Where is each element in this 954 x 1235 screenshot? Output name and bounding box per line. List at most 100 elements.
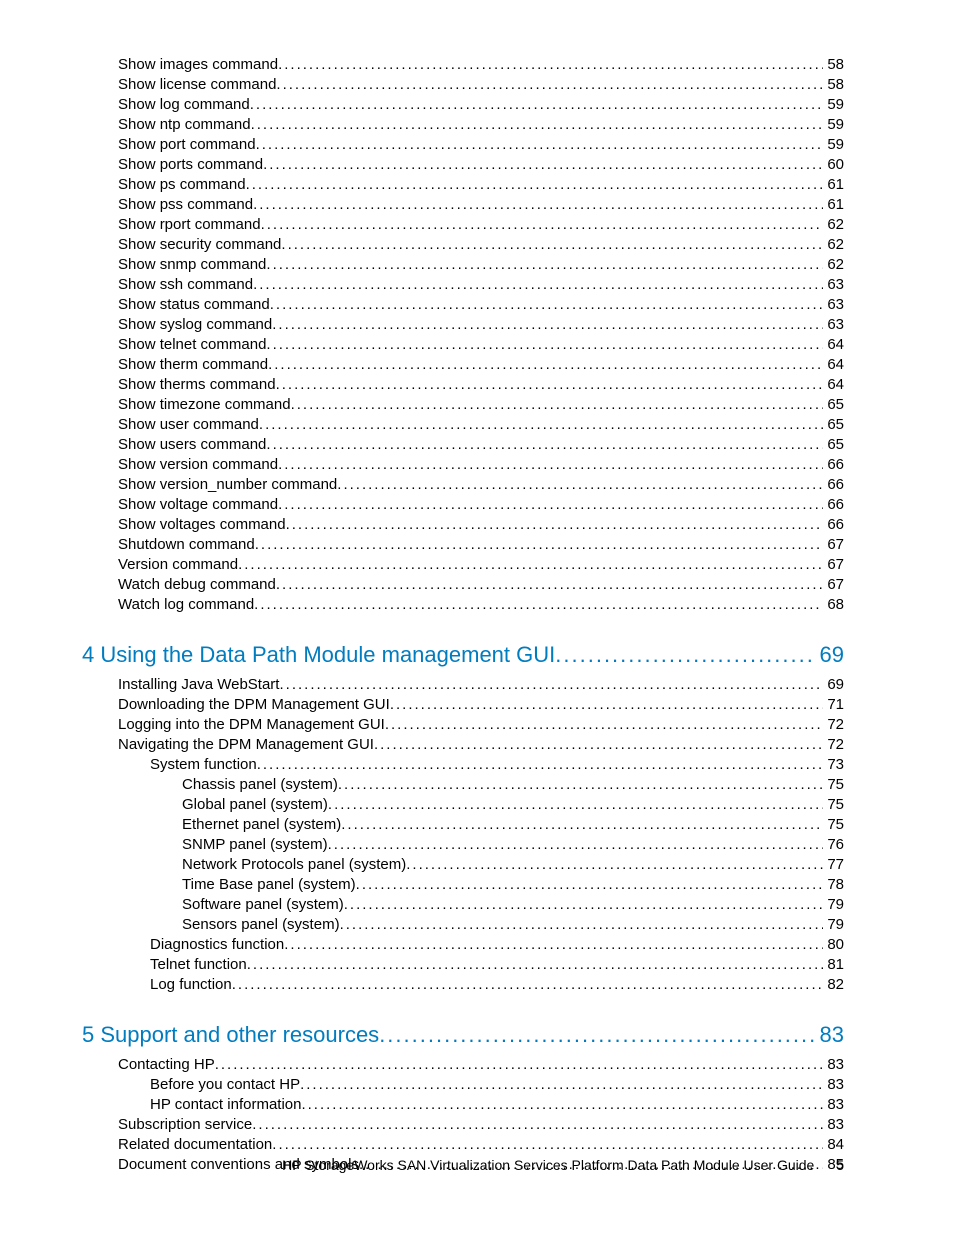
toc-entry-page: 65 (823, 435, 844, 455)
toc-entry[interactable]: Show voltage command 66 (82, 495, 844, 515)
toc-leader-dots (555, 641, 815, 669)
toc-leader-dots (257, 755, 824, 775)
toc-entry-page: 71 (823, 695, 844, 715)
toc-entry-page: 79 (823, 895, 844, 915)
toc-entry[interactable]: Navigating the DPM Management GUI 72 (82, 735, 844, 755)
toc-entry-label: Show ports command (118, 155, 263, 175)
toc-entry-page: 59 (823, 95, 844, 115)
toc-entry[interactable]: HP contact information 83 (82, 1095, 844, 1115)
toc-entry[interactable]: Show ps command 61 (82, 175, 844, 195)
toc-entry[interactable]: Show syslog command 63 (82, 315, 844, 335)
toc-leader-dots (284, 935, 823, 955)
toc-entry-page: 64 (823, 375, 844, 395)
toc-entry[interactable]: Shutdown command 67 (82, 535, 844, 555)
toc-entry[interactable]: Show snmp command 62 (82, 255, 844, 275)
toc-entry[interactable]: Show therms command 64 (82, 375, 844, 395)
toc-entry[interactable]: Show timezone command 65 (82, 395, 844, 415)
toc-entry[interactable]: Global panel (system) 75 (82, 795, 844, 815)
toc-entry-page: 76 (823, 835, 844, 855)
toc-entry[interactable]: Show license command 58 (82, 75, 844, 95)
toc-leader-dots (286, 515, 824, 535)
toc-entry[interactable]: Installing Java WebStart 69 (82, 675, 844, 695)
toc-entry[interactable]: Show version_number command 66 (82, 475, 844, 495)
toc-entry-label: Show ssh command (118, 275, 253, 295)
toc-entry[interactable]: Subscription service 83 (82, 1115, 844, 1135)
toc-entry-page: 62 (823, 235, 844, 255)
toc-entry[interactable]: Watch debug command 67 (82, 575, 844, 595)
toc-entry[interactable]: Before you contact HP 83 (82, 1075, 844, 1095)
toc-entry-label: Show rport command (118, 215, 261, 235)
table-of-contents: Show images command 58Show license comma… (82, 55, 844, 1175)
toc-entry-label: Downloading the DPM Management GUI (118, 695, 390, 715)
toc-entry[interactable]: Sensors panel (system) 79 (82, 915, 844, 935)
toc-leader-dots (266, 255, 823, 275)
toc-entry[interactable]: Show ssh command 63 (82, 275, 844, 295)
toc-entry-label: Logging into the DPM Management GUI (118, 715, 385, 735)
toc-leader-dots (253, 275, 823, 295)
toc-leader-dots (291, 395, 824, 415)
toc-entry[interactable]: Show images command 58 (82, 55, 844, 75)
toc-leader-dots (301, 1095, 823, 1115)
toc-entry[interactable]: Downloading the DPM Management GUI 71 (82, 695, 844, 715)
toc-entry[interactable]: Time Base panel (system) 78 (82, 875, 844, 895)
toc-entry[interactable]: Show user command 65 (82, 415, 844, 435)
toc-entry[interactable]: System function 73 (82, 755, 844, 775)
toc-leader-dots (338, 775, 823, 795)
toc-chapter-page: 83 (816, 1021, 844, 1049)
toc-entry[interactable]: Watch log command 68 (82, 595, 844, 615)
toc-entry-page: 58 (823, 55, 844, 75)
toc-entry[interactable]: Logging into the DPM Management GUI 72 (82, 715, 844, 735)
toc-entry-label: Show user command (118, 415, 259, 435)
toc-entry[interactable]: Version command 67 (82, 555, 844, 575)
toc-entry[interactable]: Show pss command 61 (82, 195, 844, 215)
toc-leader-dots (279, 675, 823, 695)
toc-entry[interactable]: Show telnet command 64 (82, 335, 844, 355)
toc-entry[interactable]: Ethernet panel (system) 75 (82, 815, 844, 835)
toc-entry-page: 63 (823, 275, 844, 295)
toc-entry-label: Diagnostics function (150, 935, 284, 955)
toc-chapter[interactable]: 4 Using the Data Path Module management … (82, 641, 844, 669)
toc-entry[interactable]: Contacting HP 83 (82, 1055, 844, 1075)
toc-leader-dots (341, 815, 823, 835)
toc-entry[interactable]: Show rport command 62 (82, 215, 844, 235)
toc-entry[interactable]: Chassis panel (system) 75 (82, 775, 844, 795)
toc-entry[interactable]: Show users command 65 (82, 435, 844, 455)
toc-entry[interactable]: Diagnostics function 80 (82, 935, 844, 955)
toc-entry[interactable]: Show log command 59 (82, 95, 844, 115)
toc-entry-label: Shutdown command (118, 535, 255, 555)
toc-chapter[interactable]: 5 Support and other resources 83 (82, 1021, 844, 1049)
toc-entry[interactable]: SNMP panel (system) 76 (82, 835, 844, 855)
toc-entry[interactable]: Show security command 62 (82, 235, 844, 255)
toc-leader-dots (276, 575, 823, 595)
toc-chapter-label: 5 Support and other resources (82, 1021, 379, 1049)
toc-entry-page: 72 (823, 735, 844, 755)
toc-leader-dots (328, 835, 824, 855)
toc-entry[interactable]: Show status command 63 (82, 295, 844, 315)
toc-entry-page: 67 (823, 555, 844, 575)
toc-leader-dots (278, 495, 823, 515)
toc-leader-dots (340, 915, 824, 935)
toc-entry-page: 63 (823, 295, 844, 315)
toc-entry-label: Show images command (118, 55, 278, 75)
toc-entry[interactable]: Network Protocols panel (system) 77 (82, 855, 844, 875)
toc-leader-dots (281, 235, 823, 255)
toc-entry[interactable]: Show version command 66 (82, 455, 844, 475)
toc-entry[interactable]: Telnet function 81 (82, 955, 844, 975)
toc-entry-page: 83 (823, 1055, 844, 1075)
footer-page-number: 5 (836, 1157, 844, 1173)
toc-entry[interactable]: Show voltages command 66 (82, 515, 844, 535)
toc-entry-label: Show syslog command (118, 315, 272, 335)
toc-entry[interactable]: Show ntp command 59 (82, 115, 844, 135)
toc-leader-dots (379, 1021, 815, 1049)
toc-leader-dots (256, 135, 824, 155)
toc-entry[interactable]: Software panel (system) 79 (82, 895, 844, 915)
toc-entry[interactable]: Show ports command 60 (82, 155, 844, 175)
toc-entry[interactable]: Log function 82 (82, 975, 844, 995)
toc-entry[interactable]: Show therm command 64 (82, 355, 844, 375)
page: Show images command 58Show license comma… (0, 0, 954, 1235)
toc-entry[interactable]: Related documentation 84 (82, 1135, 844, 1155)
toc-leader-dots (261, 215, 824, 235)
toc-entry[interactable]: Show port command 59 (82, 135, 844, 155)
toc-leader-dots (300, 1075, 823, 1095)
toc-chapter-page: 69 (816, 641, 844, 669)
